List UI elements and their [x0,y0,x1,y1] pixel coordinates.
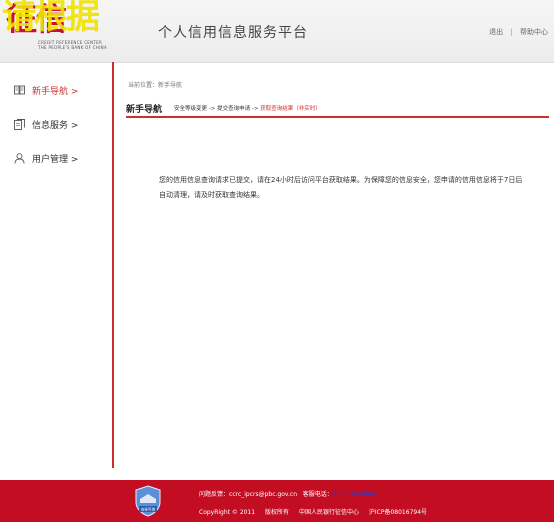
breadcrumb: 当前位置：新手导航 [128,82,183,89]
submission-message: 您的信用信息查询请求已提交，请在24小时后访问平台获取结果。为保障您的信息安全，… [159,176,523,199]
help-center-link[interactable]: 帮助中心 [520,28,548,36]
header: 征信 请根据 CREDIT REFERENCE CENTER THE PEOPL… [0,0,554,63]
organization: 中国人民银行征信中心 [298,509,359,516]
sidebar-item-info-service[interactable]: 信息服务 > [14,116,78,132]
sidebar-item-user-management[interactable]: 用户管理 > [14,150,78,166]
step-submit-query: 提交查询申请 [217,106,251,112]
trust-badge-label: 安全可信 [141,507,156,512]
top-links: 退出 | 帮助中心 [489,27,548,37]
book-icon [14,85,25,95]
user-icon [14,152,25,164]
footer-copyright-line: CopyRight © 2011 版权所有 中国人民银行征信中心 沪ICP备08… [199,507,427,516]
sidebar-item-beginner-guide[interactable]: 新手导航 > [14,82,78,98]
sidebar: 新手导航 > 信息服务 > 用户管理 > [0,62,114,468]
phone-label: 客服电话： [302,491,333,498]
logo-watermark: 请根据 [2,0,100,37]
service-phone: 400-810-8866 [332,491,376,498]
sidebar-item-label: 信息服务 > [32,120,79,131]
step-arrow: -> [208,106,216,112]
sidebar-item-label: 用户管理 > [32,154,79,165]
feedback-label: 问题反馈： [199,491,230,498]
step-progress: 安全等级变更 -> 提交查询申请 -> 获取查询结果（非实时） [174,104,321,112]
footer-contact-line: 问题反馈：ccrc_ipcrs@pbc.gov.cn 客服电话：400-810-… [199,489,375,498]
logo-subtitle-line2: THE PEOPLE'S BANK OF CHINA [38,45,108,50]
top-links-separator: | [510,28,513,36]
step-security-level-change: 安全等级变更 [174,106,208,112]
section-header: 新手导航 安全等级变更 -> 提交查询申请 -> 获取查询结果（非实时） [126,102,549,118]
site-title: 个人信用信息服务平台 [158,25,308,41]
step-arrow: -> [251,106,259,112]
trust-badge-icon[interactable]: 安全可信 [134,485,162,517]
logo-subtitle: CREDIT REFERENCE CENTER THE PEOPLE'S BAN… [38,40,107,50]
section-title: 新手导航 [126,105,163,115]
feedback-email-link[interactable]: ccrc_ipcrs@pbc.gov.cn [229,491,297,498]
logo: 征信 请根据 CREDIT REFERENCE CENTER THE PEOPL… [2,0,120,58]
icp-number: 沪ICP备08016794号 [368,509,428,516]
rights-reserved: 版权所有 [265,509,290,516]
notes-icon [14,118,25,130]
step-get-result-current: 获取查询结果（非实时） [260,106,321,112]
sidebar-item-label: 新手导航 > [32,86,79,97]
logout-link[interactable]: 退出 [489,28,503,36]
copyright: CopyRight © 2011 [199,509,256,516]
